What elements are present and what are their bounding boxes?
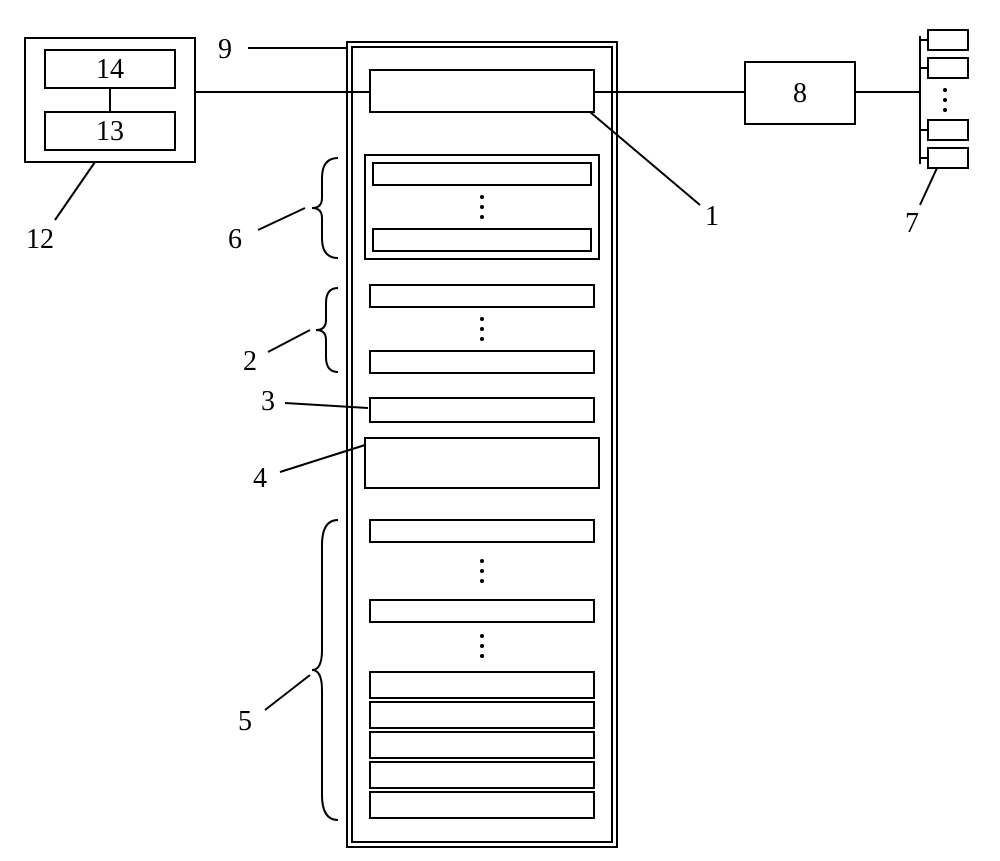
group-5-slot-e (370, 732, 594, 758)
rack-inner (352, 47, 612, 842)
brace-5 (312, 520, 338, 820)
slot-1 (370, 70, 594, 112)
group-5-slot-d (370, 702, 594, 728)
label-6: 6 (228, 224, 242, 255)
label-4: 4 (253, 463, 267, 494)
label-14: 14 (96, 54, 124, 85)
text-labels: 14 13 12 9 6 2 3 4 5 1 8 7 (26, 34, 919, 737)
label-12: 12 (26, 224, 54, 255)
label-8: 8 (793, 78, 807, 109)
brace-2 (316, 288, 338, 372)
label-13: 13 (96, 116, 124, 147)
group-5-slot-f (370, 762, 594, 788)
group-6-slot-a (373, 163, 591, 185)
diagram-root: 14 13 12 9 6 2 3 4 5 1 8 7 (0, 0, 1000, 861)
group-5-slot-b (370, 600, 594, 622)
slot-4 (365, 438, 599, 488)
group-7-box-d (928, 148, 968, 168)
label-3: 3 (261, 386, 275, 417)
slot-3 (370, 398, 594, 422)
group-5-slot-c (370, 672, 594, 698)
group-6-slot-b (373, 229, 591, 251)
group-5-slot-a (370, 520, 594, 542)
group-5-slot-g (370, 792, 594, 818)
group-7-box-c (928, 120, 968, 140)
leader-12 (55, 162, 95, 220)
leader-6 (258, 208, 305, 230)
label-1: 1 (705, 201, 719, 232)
group-2-slot-b (370, 351, 594, 373)
leader-7 (920, 168, 937, 205)
group-2-slot-a (370, 285, 594, 307)
group-7-box-b (928, 58, 968, 78)
label-2: 2 (243, 346, 257, 377)
leader-3 (285, 403, 368, 408)
label-9: 9 (218, 34, 232, 65)
brace-6 (312, 158, 338, 258)
label-5: 5 (238, 706, 252, 737)
label-7: 7 (905, 208, 919, 239)
leader-2 (268, 330, 310, 352)
group-7-box-a (928, 30, 968, 50)
leader-5 (265, 675, 310, 710)
leader-1 (590, 112, 700, 205)
